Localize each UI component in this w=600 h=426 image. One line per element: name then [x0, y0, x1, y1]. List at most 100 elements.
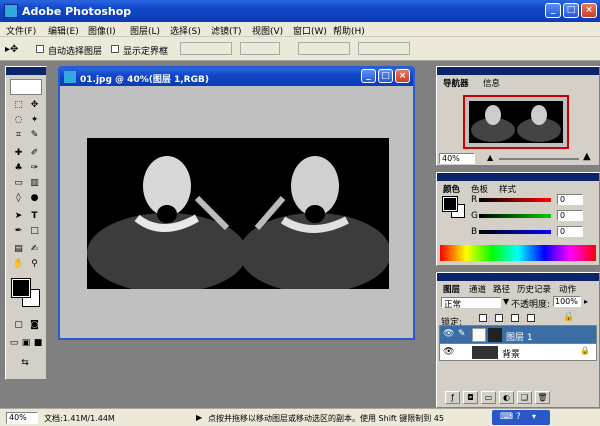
layer-name[interactable]: 背景	[502, 347, 520, 360]
menu-select[interactable]: 选择(S)	[170, 24, 201, 37]
align-buttons-group-2[interactable]	[240, 42, 280, 55]
distribute-buttons-group-1[interactable]	[298, 42, 350, 55]
quick-mask-icon[interactable]: ◙	[28, 319, 41, 332]
maximize-button[interactable]: □	[563, 3, 579, 18]
adjustment-layer-button[interactable]: ◐	[499, 391, 514, 404]
distribute-buttons-group-2[interactable]	[358, 42, 410, 55]
layer-row-1[interactable]: 👁 ✎ 图层 1	[440, 326, 596, 344]
menu-layer[interactable]: 图层(L)	[130, 24, 160, 37]
tab-channels[interactable]: 通道	[469, 283, 486, 295]
screen-mode-full-menu-icon[interactable]: ▣	[20, 337, 32, 350]
healing-brush-icon[interactable]: ✚	[12, 147, 25, 160]
dodge-tool-icon[interactable]: ●	[28, 192, 41, 205]
layer-row-2[interactable]: 👁 背景 🔒	[440, 344, 596, 361]
tab-paths[interactable]: 路径	[493, 283, 510, 295]
adobe-online-icon[interactable]	[10, 79, 42, 95]
opacity-arrow-icon[interactable]: ▸	[584, 297, 588, 306]
opacity-field[interactable]: 100%	[553, 296, 581, 307]
menu-window[interactable]: 窗口(W)	[293, 24, 327, 37]
eye-icon[interactable]: 👁	[443, 329, 454, 339]
chevron-down-icon[interactable]: ▼	[503, 297, 509, 306]
menu-view[interactable]: 视图(V)	[252, 24, 283, 37]
standard-mode-icon[interactable]: ▢	[12, 319, 25, 332]
navigator-thumbnail[interactable]	[463, 95, 569, 149]
tab-navigator[interactable]: 导航器	[443, 77, 469, 89]
status-arrow-icon[interactable]: ▶	[196, 413, 202, 422]
navigator-zoom-field[interactable]: 40%	[439, 153, 475, 164]
help-icon[interactable]: ?	[516, 412, 521, 422]
tab-color[interactable]: 颜色	[443, 183, 460, 195]
eraser-tool-icon[interactable]: ▭	[12, 177, 25, 190]
status-zoom-field[interactable]: 40%	[6, 412, 38, 424]
brush-tool-icon[interactable]: ✐	[28, 147, 41, 160]
menu-help[interactable]: 帮助(H)	[333, 24, 365, 37]
tab-actions[interactable]: 动作	[559, 283, 576, 295]
tab-layers[interactable]: 图层	[443, 283, 460, 295]
notes-tool-icon[interactable]: ▤	[12, 243, 25, 256]
zoom-in-icon[interactable]: ▲	[583, 151, 591, 162]
new-layer-button[interactable]: ❑	[517, 391, 532, 404]
minimize-button[interactable]: _	[545, 3, 561, 18]
shape-tool-icon[interactable]: □	[28, 225, 41, 238]
magic-wand-icon[interactable]: ✦	[28, 114, 41, 127]
slice-tool-icon[interactable]: ✎	[28, 129, 41, 142]
pen-tool-icon[interactable]: ✒	[12, 225, 25, 238]
color-fg-swatch[interactable]	[442, 196, 458, 212]
lock-all-checkbox[interactable]	[527, 314, 535, 322]
menu-filter[interactable]: 滤镜(T)	[211, 24, 242, 37]
menu-image[interactable]: 图像(I)	[88, 24, 116, 37]
path-select-icon[interactable]: ➤	[12, 210, 25, 223]
chevron-down-icon[interactable]: ▾	[532, 412, 536, 421]
show-bounds-checkbox[interactable]	[111, 45, 119, 53]
channel-g-value[interactable]: 0	[557, 210, 583, 221]
add-mask-button[interactable]: ◘	[463, 391, 478, 404]
channel-b-slider[interactable]	[479, 230, 551, 234]
auto-select-checkbox[interactable]	[36, 45, 44, 53]
trash-icon[interactable]: 🗑	[535, 391, 550, 404]
tab-info[interactable]: 信息	[483, 77, 500, 89]
menu-file[interactable]: 文件(F)	[6, 24, 36, 37]
lock-pixels-checkbox[interactable]	[495, 314, 503, 322]
screen-mode-standard-icon[interactable]: ▭	[8, 337, 20, 350]
screen-mode-full-icon[interactable]: ■	[32, 337, 44, 350]
channel-b-value[interactable]: 0	[557, 226, 583, 237]
lock-transparency-checkbox[interactable]	[479, 314, 487, 322]
document-maximize-button[interactable]: □	[378, 69, 393, 83]
tab-history[interactable]: 历史记录	[517, 283, 551, 295]
move-tool-icon[interactable]: ▸✥	[5, 44, 18, 55]
channel-r-value[interactable]: 0	[557, 194, 583, 205]
foreground-color-swatch[interactable]	[11, 278, 31, 298]
close-button[interactable]: ×	[581, 3, 597, 18]
marquee-tool-icon[interactable]: ⬚	[12, 99, 25, 112]
color-spectrum-bar[interactable]	[440, 245, 596, 261]
zoom-tool-icon[interactable]: ⚲	[28, 258, 41, 271]
align-buttons-group-1[interactable]	[180, 42, 232, 55]
blur-tool-icon[interactable]: ◊	[12, 192, 25, 205]
channel-r-slider[interactable]	[479, 198, 551, 202]
document-minimize-button[interactable]: _	[361, 69, 376, 83]
lock-position-checkbox[interactable]	[511, 314, 519, 322]
type-tool-icon[interactable]: T	[28, 210, 41, 223]
layer-style-button[interactable]: ƒ	[445, 391, 460, 404]
stamp-tool-icon[interactable]: ♣	[12, 162, 25, 175]
tab-styles[interactable]: 样式	[499, 183, 516, 195]
tab-swatches[interactable]: 色板	[471, 183, 488, 195]
layer-name[interactable]: 图层 1	[506, 330, 533, 343]
channel-g-slider[interactable]	[479, 214, 551, 218]
zoom-slider-track[interactable]	[499, 158, 579, 160]
eyedropper-icon[interactable]: ✍	[28, 243, 41, 256]
new-set-button[interactable]: ▭	[481, 391, 496, 404]
blend-mode-select[interactable]: 正常	[441, 297, 501, 310]
history-brush-icon[interactable]: ✑	[28, 162, 41, 175]
hand-tool-icon[interactable]: ✋	[12, 258, 25, 271]
keyboard-icon[interactable]: ⌨	[500, 412, 513, 422]
crop-tool-icon[interactable]: ⌗	[12, 129, 25, 142]
document-close-button[interactable]: ×	[395, 69, 410, 83]
gradient-tool-icon[interactable]: ▥	[28, 177, 41, 190]
canvas-image[interactable]	[87, 138, 389, 289]
eye-icon[interactable]: 👁	[443, 347, 454, 357]
jump-to-imageready-icon[interactable]: ⇆	[12, 357, 38, 370]
zoom-out-icon[interactable]: ▲	[487, 153, 493, 162]
move-tool-icon-2[interactable]: ✥	[28, 99, 41, 112]
menu-edit[interactable]: 编辑(E)	[48, 24, 79, 37]
